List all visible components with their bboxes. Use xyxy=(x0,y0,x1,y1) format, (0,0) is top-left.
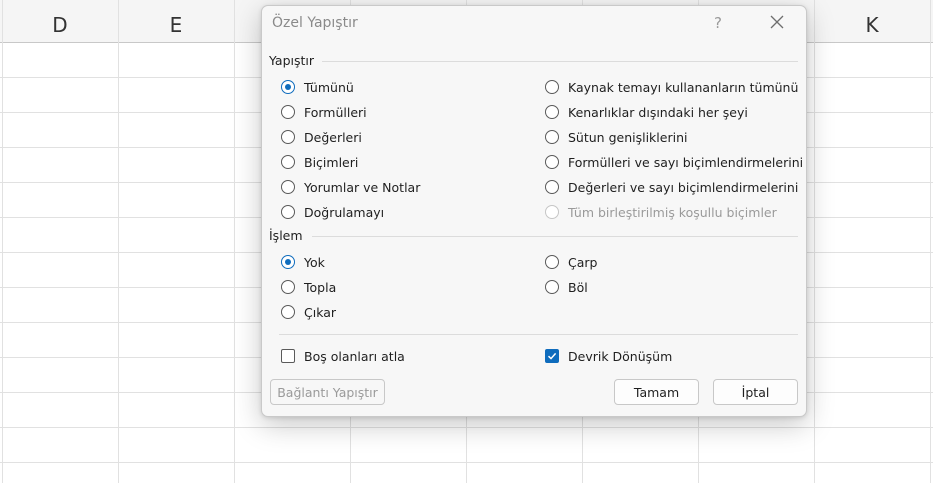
operation-radio[interactable] xyxy=(545,255,559,269)
ok-button[interactable]: Tamam xyxy=(614,379,699,405)
grid-line xyxy=(234,0,235,483)
paste-option[interactable]: Sütun genişliklerini xyxy=(545,127,687,147)
skip-blanks-checkbox[interactable] xyxy=(281,349,295,363)
transpose-label: Devrik Dönüşüm xyxy=(568,348,673,364)
paste-radio[interactable] xyxy=(281,130,295,144)
paste-label: Kenarlıklar dışındaki her şeyi xyxy=(568,104,748,120)
paste-label: Kaynak temayı kullananların tümünü xyxy=(568,79,799,95)
paste-label: Tümünü xyxy=(304,79,354,95)
paste-label: Sütun genişliklerini xyxy=(568,129,688,145)
grid-line xyxy=(930,0,931,483)
operation-label: Yok xyxy=(304,254,325,270)
paste-option[interactable]: Yorumlar ve Notlar xyxy=(281,177,420,197)
paste-option[interactable]: Kenarlıklar dışındaki her şeyi xyxy=(545,102,748,122)
paste-section-label: Yapıştır xyxy=(269,53,315,68)
paste-label: Doğrulamayı xyxy=(304,204,385,220)
paste-option[interactable]: Formülleri ve sayı biçimlendirmelerini xyxy=(545,152,803,172)
operation-option[interactable]: Böl xyxy=(545,277,588,297)
dialog-title: Özel Yapıştır xyxy=(272,15,358,31)
paste-option[interactable]: Değerleri ve sayı biçimlendirmelerini xyxy=(545,177,798,197)
operation-label: Çıkar xyxy=(304,304,337,320)
grid-line xyxy=(0,462,933,463)
paste-option[interactable]: Değerleri xyxy=(281,127,362,147)
column-header-e[interactable]: E xyxy=(118,0,234,42)
paste-label: Formülleri xyxy=(304,104,367,120)
paste-option[interactable]: Biçimleri xyxy=(281,152,358,172)
operation-radio[interactable] xyxy=(281,255,295,269)
paste-option[interactable]: Doğrulamayı xyxy=(281,202,384,222)
grid-line xyxy=(0,427,933,428)
paste-label: Değerleri xyxy=(304,129,362,145)
operation-radio[interactable] xyxy=(545,280,559,294)
paste-radio[interactable] xyxy=(281,180,295,194)
grid-line xyxy=(814,0,815,483)
transpose-checkbox-row[interactable]: Devrik Dönüşüm xyxy=(545,346,672,366)
paste-radio[interactable] xyxy=(545,180,559,194)
paste-special-dialog: Özel Yapıştır ? Yapıştır Tümünü Formüller… xyxy=(261,5,807,417)
operation-radio[interactable] xyxy=(281,280,295,294)
column-header-d[interactable]: D xyxy=(2,0,118,42)
paste-radio[interactable] xyxy=(545,105,559,119)
grid-line xyxy=(2,0,3,483)
skip-blanks-checkbox-row[interactable]: Boş olanları atla xyxy=(281,346,405,366)
section-divider xyxy=(322,61,798,62)
paste-radio[interactable] xyxy=(281,80,295,94)
grid-line xyxy=(118,0,119,483)
section-divider xyxy=(312,236,798,237)
skip-blanks-label: Boş olanları atla xyxy=(304,348,405,364)
operation-radio[interactable] xyxy=(281,305,295,319)
paste-label: Tüm birleştirilmiş koşullu biçimler xyxy=(568,204,777,220)
paste-radio xyxy=(545,205,559,219)
transpose-checkbox[interactable] xyxy=(545,349,559,363)
paste-option: Tüm birleştirilmiş koşullu biçimler xyxy=(545,202,777,222)
paste-radio[interactable] xyxy=(545,80,559,94)
operation-label: Böl xyxy=(568,279,588,295)
paste-radio[interactable] xyxy=(281,155,295,169)
paste-option[interactable]: Tümünü xyxy=(281,77,354,97)
operation-option[interactable]: Çıkar xyxy=(281,302,336,322)
operation-label: Topla xyxy=(304,279,337,295)
paste-option[interactable]: Formülleri xyxy=(281,102,367,122)
operation-option[interactable]: Topla xyxy=(281,277,336,297)
operation-section-label: İşlem xyxy=(269,228,303,243)
paste-label: Formülleri ve sayı biçimlendirmelerini xyxy=(568,154,804,170)
operation-option[interactable]: Çarp xyxy=(545,252,597,272)
close-icon[interactable] xyxy=(767,12,787,32)
cancel-button[interactable]: İptal xyxy=(713,379,798,405)
help-button[interactable]: ? xyxy=(714,14,722,32)
paste-label: Biçimleri xyxy=(304,154,359,170)
column-header-k[interactable]: K xyxy=(814,0,930,42)
paste-radio[interactable] xyxy=(281,105,295,119)
paste-option[interactable]: Kaynak temayı kullananların tümünü xyxy=(545,77,798,97)
paste-label: Değerleri ve sayı biçimlendirmelerini xyxy=(568,179,799,195)
operation-option[interactable]: Yok xyxy=(281,252,325,272)
paste-label: Yorumlar ve Notlar xyxy=(304,179,421,195)
paste-radio[interactable] xyxy=(281,205,295,219)
operation-label: Çarp xyxy=(568,254,598,270)
section-divider xyxy=(279,334,798,335)
paste-link-button[interactable]: Bağlantı Yapıştır xyxy=(270,379,385,405)
paste-radio[interactable] xyxy=(545,155,559,169)
paste-radio[interactable] xyxy=(545,130,559,144)
